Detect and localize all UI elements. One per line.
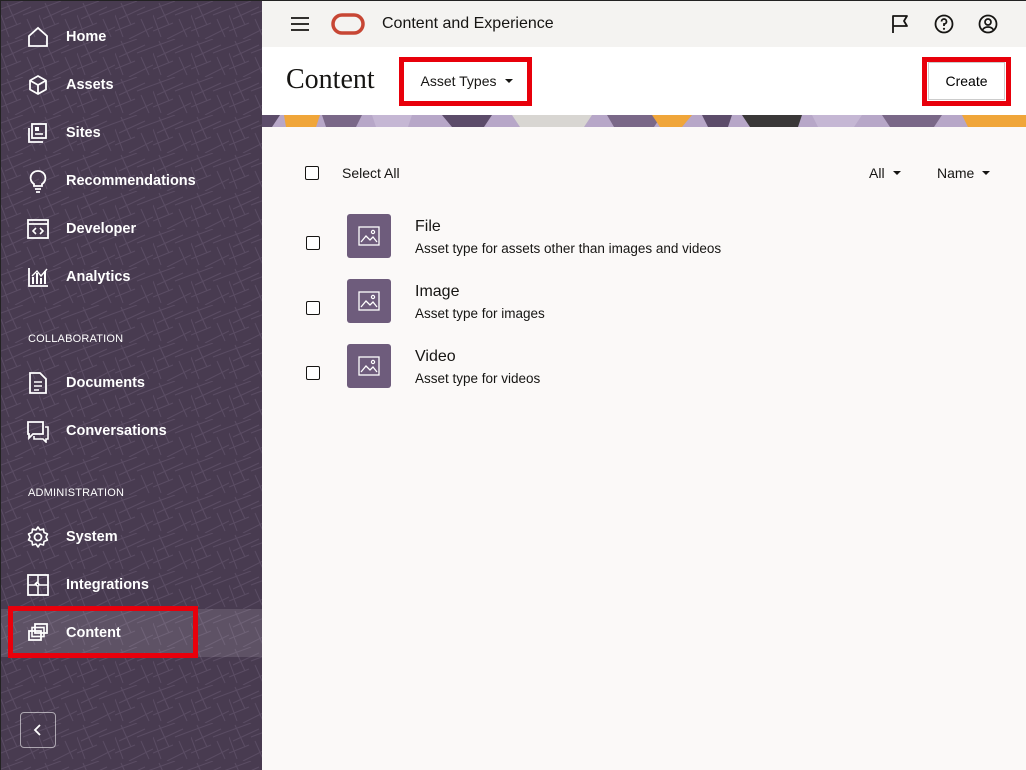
select-all-checkbox[interactable] [305, 166, 319, 180]
asset-types-label: Asset Types [420, 72, 497, 89]
sidebar-item-assets[interactable]: Assets [1, 61, 262, 109]
asset-type-thumbnail[interactable] [347, 344, 391, 388]
asset-type-name[interactable]: File [415, 218, 441, 236]
top-bar: Content and Experience [262, 1, 1026, 47]
oracle-logo [331, 13, 365, 35]
flag-icon[interactable] [890, 14, 910, 34]
list-item: File Asset type for assets other than im… [262, 214, 1026, 279]
chevron-left-icon [32, 724, 44, 736]
image-icon [358, 356, 380, 376]
puzzle-icon [26, 573, 50, 597]
asset-types-dropdown[interactable]: Asset Types [404, 60, 529, 101]
asset-type-thumbnail[interactable] [347, 279, 391, 323]
sidebar-item-label: Assets [66, 77, 114, 93]
asset-type-name[interactable]: Image [415, 283, 459, 301]
sidebar-item-label: Integrations [66, 577, 149, 593]
main-content: Select All All Name File Asset type for … [262, 127, 1026, 770]
sites-icon [26, 121, 50, 145]
code-window-icon [26, 217, 50, 241]
user-account-icon[interactable] [978, 14, 998, 34]
sidebar-item-label: System [66, 529, 118, 545]
sidebar-item-conversations[interactable]: Conversations [1, 407, 262, 455]
gear-icon [26, 525, 50, 549]
sidebar-item-label: Content [66, 625, 121, 641]
sidebar-item-content[interactable]: Content [1, 609, 262, 657]
help-icon[interactable] [934, 14, 954, 34]
decorative-banner [262, 115, 1026, 127]
asset-type-description: Asset type for assets other than images … [415, 241, 722, 256]
filter-dropdown[interactable]: All [869, 165, 901, 181]
sidebar-item-label: Analytics [66, 269, 131, 285]
asset-type-description: Asset type for videos [415, 371, 541, 386]
asset-type-thumbnail[interactable] [347, 214, 391, 258]
row-checkbox[interactable] [306, 366, 320, 380]
sidebar-item-home[interactable]: Home [1, 13, 262, 61]
app-title: Content and Experience [382, 15, 554, 32]
section-label-administration: ADMINISTRATION [28, 487, 125, 499]
sidebar-item-label: Sites [66, 125, 101, 141]
sidebar-item-system[interactable]: System [1, 513, 262, 561]
hamburger-menu-icon[interactable] [291, 15, 309, 33]
page-title: Content [286, 64, 375, 95]
sidebar-item-label: Developer [66, 221, 137, 237]
create-button[interactable]: Create [928, 62, 1005, 100]
sort-label: Name [937, 165, 975, 181]
list-item: Video Asset type for videos [262, 344, 1026, 409]
cube-icon [26, 73, 50, 97]
section-label-collaboration: COLLABORATION [28, 333, 124, 345]
document-icon [26, 371, 50, 395]
sidebar-item-label: Recommendations [66, 173, 196, 189]
filter-label: All [869, 165, 885, 181]
list-item: Image Asset type for images [262, 279, 1026, 344]
sidebar: Home Assets Sites Recommendations Develo… [1, 1, 262, 770]
row-checkbox[interactable] [306, 301, 320, 315]
image-icon [358, 226, 380, 246]
content-types-icon [26, 621, 50, 645]
sidebar-item-label: Home [66, 29, 107, 45]
page-header: Content Asset Types Create [262, 47, 1026, 115]
asset-type-description: Asset type for images [415, 306, 545, 321]
lightbulb-icon [26, 169, 50, 193]
sidebar-item-analytics[interactable]: Analytics [1, 253, 262, 301]
sidebar-item-label: Conversations [66, 423, 167, 439]
row-checkbox[interactable] [306, 236, 320, 250]
analytics-icon [26, 265, 50, 289]
select-all-label: Select All [342, 165, 400, 181]
sidebar-item-recommendations[interactable]: Recommendations [1, 157, 262, 205]
collapse-sidebar-button[interactable] [20, 712, 56, 748]
caret-down-icon [504, 78, 513, 83]
image-icon [358, 291, 380, 311]
sidebar-item-documents[interactable]: Documents [1, 359, 262, 407]
caret-down-icon [982, 171, 991, 175]
chat-icon [26, 419, 50, 443]
sidebar-item-label: Documents [66, 375, 145, 391]
sort-dropdown[interactable]: Name [937, 165, 991, 181]
sidebar-item-sites[interactable]: Sites [1, 109, 262, 157]
asset-type-name[interactable]: Video [415, 348, 456, 366]
home-icon [26, 25, 50, 49]
caret-down-icon [892, 171, 901, 175]
sidebar-item-integrations[interactable]: Integrations [1, 561, 262, 609]
sidebar-item-developer[interactable]: Developer [1, 205, 262, 253]
